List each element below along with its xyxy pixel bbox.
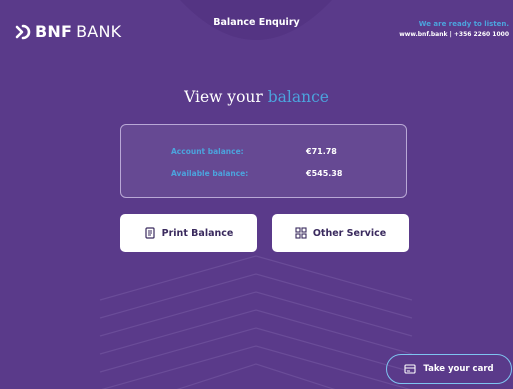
contact-tagline: We are ready to listen.: [418, 20, 509, 28]
available-balance-label: Available balance:: [171, 169, 249, 178]
account-balance-label: Account balance:: [171, 147, 244, 156]
contact-info: We are ready to listen. www.bnf.bank | +…: [399, 20, 509, 38]
grid-icon: [295, 227, 307, 239]
other-service-label: Other Service: [312, 227, 387, 239]
document-icon: [145, 227, 155, 239]
page-title-accent: balance: [267, 88, 329, 106]
card-icon: [404, 364, 416, 374]
contact-details: www.bnf.bank | +356 2260 1000: [399, 31, 509, 38]
other-service-button[interactable]: Other Service: [272, 214, 409, 252]
take-card-button[interactable]: Take your card: [386, 354, 512, 384]
balance-card: Account balance: €71.78 Available balanc…: [120, 124, 407, 198]
account-balance-value: €71.78: [306, 147, 337, 156]
print-balance-button[interactable]: Print Balance: [120, 214, 257, 252]
atm-screen: BNF BANK Balance Enquiry We are ready to …: [0, 0, 513, 389]
print-balance-label: Print Balance: [161, 227, 234, 239]
page-title-main: View your: [184, 88, 263, 106]
take-card-label: Take your card: [423, 364, 494, 374]
page-title: View your balance: [0, 88, 513, 106]
available-balance-value: €545.38: [306, 169, 343, 178]
